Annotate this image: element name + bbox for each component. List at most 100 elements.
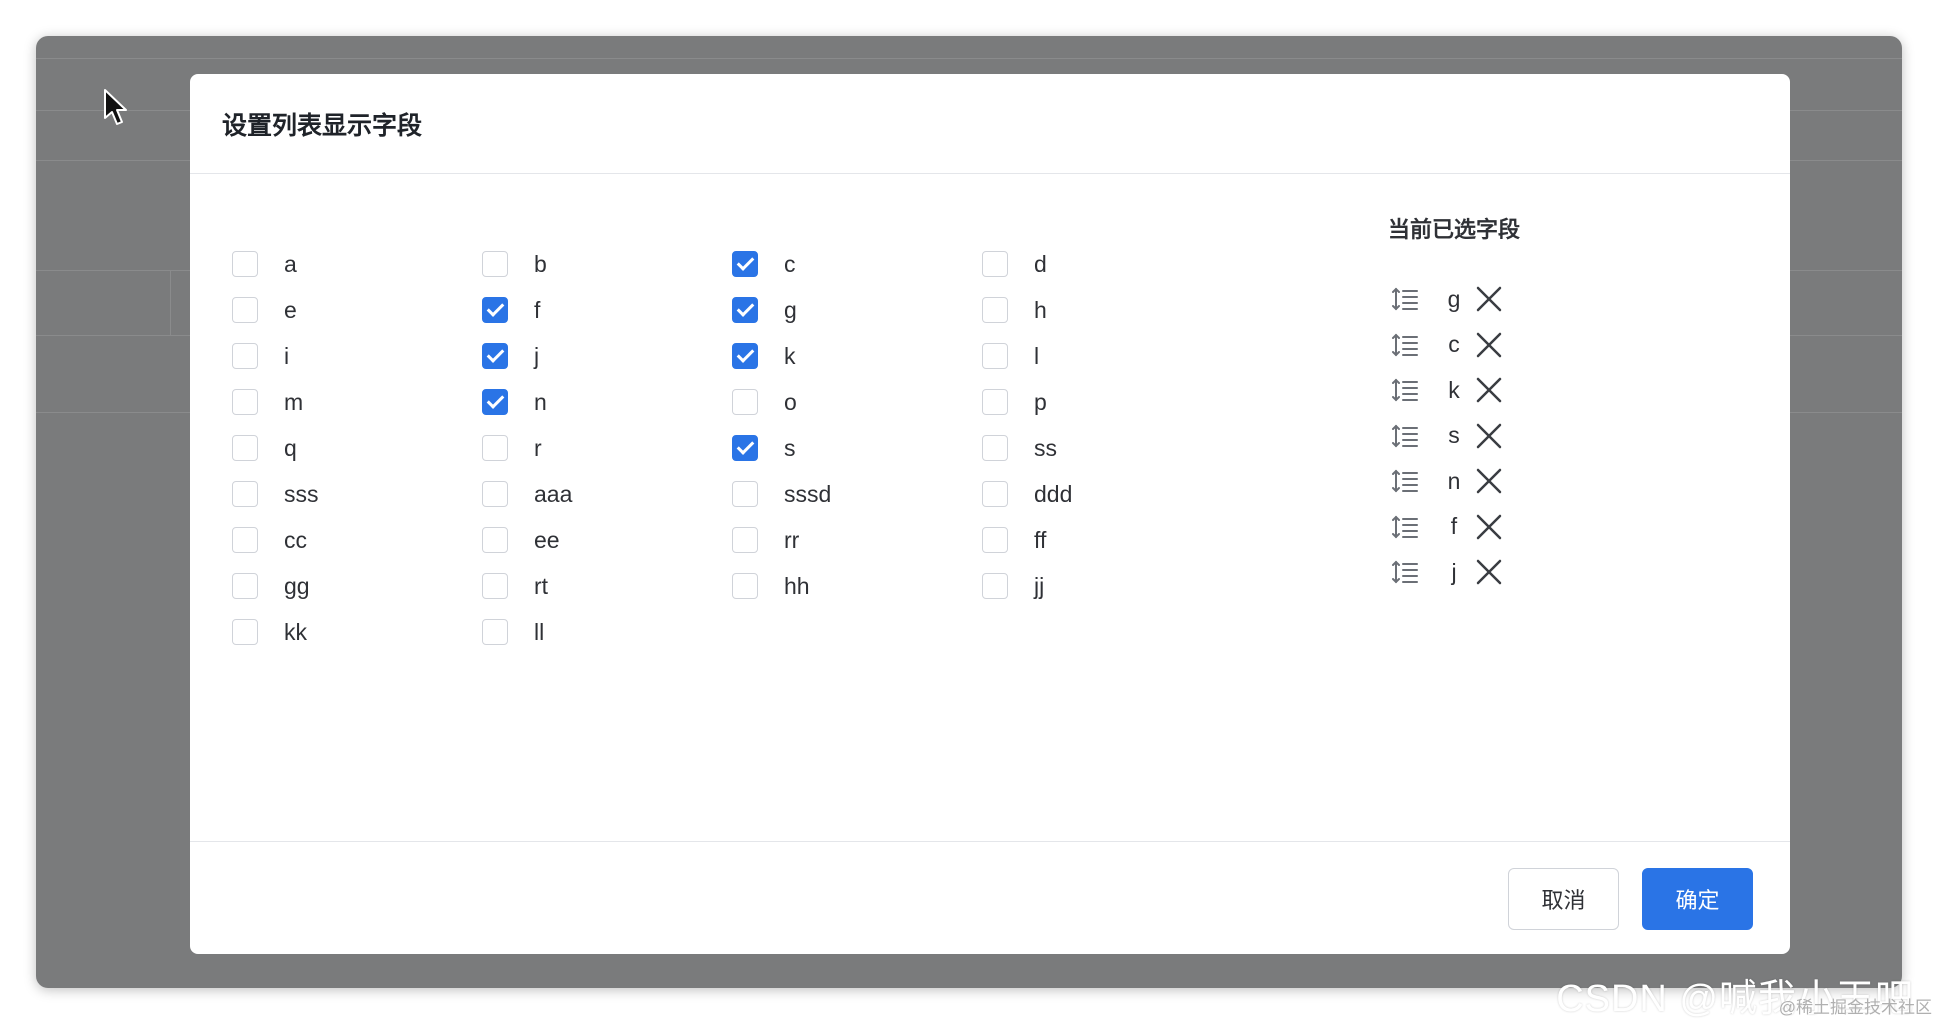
field-checkbox-item[interactable]: jj [982, 569, 1044, 603]
field-checkbox-item[interactable]: n [482, 385, 547, 419]
checkbox-label: s [784, 434, 796, 461]
selected-field-item[interactable]: s [1376, 413, 1504, 459]
field-checkbox-item[interactable]: h [982, 293, 1047, 327]
drag-sort-icon[interactable] [1390, 466, 1420, 496]
field-checkbox-item[interactable]: rr [732, 523, 799, 557]
field-checkbox-item[interactable]: gg [232, 569, 310, 603]
close-icon[interactable] [1474, 421, 1504, 451]
checkbox[interactable] [232, 573, 258, 599]
field-checkbox-item[interactable]: s [732, 431, 796, 465]
field-checkbox-item[interactable]: d [982, 247, 1047, 281]
checkbox[interactable] [732, 251, 758, 277]
cancel-button[interactable]: 取消 [1508, 868, 1619, 930]
checkbox[interactable] [232, 389, 258, 415]
field-checkbox-item[interactable]: j [482, 339, 539, 373]
field-checkbox-item[interactable]: ff [982, 523, 1046, 557]
checkbox[interactable] [732, 343, 758, 369]
field-checkbox-item[interactable]: sss [232, 477, 319, 511]
checkbox[interactable] [482, 389, 508, 415]
checkbox-label: r [534, 434, 542, 461]
selected-fields-title: 当前已选字段 [1388, 217, 1521, 242]
field-checkbox-item[interactable]: hh [732, 569, 810, 603]
close-icon[interactable] [1474, 512, 1504, 542]
checkbox[interactable] [232, 619, 258, 645]
close-icon[interactable] [1474, 330, 1504, 360]
field-checkbox-item[interactable]: c [732, 247, 796, 281]
checkbox[interactable] [232, 435, 258, 461]
checkbox[interactable] [232, 251, 258, 277]
field-checkbox-item[interactable]: q [232, 431, 297, 465]
drag-sort-icon[interactable] [1390, 421, 1420, 451]
checkbox[interactable] [732, 481, 758, 507]
checkbox[interactable] [732, 297, 758, 323]
field-checkbox-item[interactable]: kk [232, 615, 307, 649]
checkbox-label: c [784, 250, 796, 277]
checkbox[interactable] [482, 297, 508, 323]
checkbox[interactable] [232, 343, 258, 369]
field-checkbox-item[interactable]: rt [482, 569, 548, 603]
field-checkbox-item[interactable]: b [482, 247, 547, 281]
field-checkbox-item[interactable]: ddd [982, 477, 1072, 511]
selected-field-label: n [1447, 467, 1461, 494]
checkbox[interactable] [982, 435, 1008, 461]
checkbox-label: e [284, 296, 297, 323]
checkbox[interactable] [482, 343, 508, 369]
checkbox[interactable] [732, 389, 758, 415]
checkbox[interactable] [982, 251, 1008, 277]
drag-sort-icon[interactable] [1390, 375, 1420, 405]
close-icon[interactable] [1474, 466, 1504, 496]
checkbox[interactable] [982, 527, 1008, 553]
field-checkbox-item[interactable]: r [482, 431, 542, 465]
selected-field-item[interactable]: j [1376, 549, 1504, 595]
checkbox[interactable] [482, 251, 508, 277]
selected-field-label: f [1450, 513, 1458, 539]
field-checkbox-item[interactable]: f [482, 293, 540, 327]
field-checkbox-item[interactable]: sssd [732, 477, 831, 511]
checkbox[interactable] [982, 297, 1008, 323]
field-checkbox-item[interactable]: ee [482, 523, 560, 557]
close-icon[interactable] [1474, 375, 1504, 405]
field-checkbox-item[interactable]: o [732, 385, 797, 419]
checkbox[interactable] [732, 573, 758, 599]
checkbox[interactable] [232, 297, 258, 323]
drag-sort-icon[interactable] [1390, 330, 1420, 360]
field-checkbox-item[interactable]: i [232, 339, 289, 373]
checkbox[interactable] [982, 573, 1008, 599]
field-checkbox-item[interactable]: p [982, 385, 1047, 419]
drag-sort-icon[interactable] [1390, 557, 1420, 587]
field-checkbox-item[interactable]: ss [982, 431, 1057, 465]
field-checkbox-item[interactable]: cc [232, 523, 307, 557]
close-icon[interactable] [1474, 284, 1504, 314]
selected-field-item[interactable]: f [1376, 504, 1504, 550]
checkbox[interactable] [482, 573, 508, 599]
field-checkbox-item[interactable]: ll [482, 615, 544, 649]
confirm-button[interactable]: 确定 [1642, 868, 1753, 930]
checkbox[interactable] [732, 527, 758, 553]
checkbox[interactable] [232, 527, 258, 553]
checkbox[interactable] [732, 435, 758, 461]
field-checkbox-item[interactable]: aaa [482, 477, 572, 511]
checkbox[interactable] [982, 481, 1008, 507]
selected-field-item[interactable]: c [1376, 322, 1504, 368]
selected-field-item[interactable]: k [1376, 367, 1504, 413]
drag-sort-icon[interactable] [1390, 284, 1420, 314]
field-checkbox-item[interactable]: e [232, 293, 297, 327]
field-checkbox-item[interactable]: l [982, 339, 1039, 373]
field-checkbox-item[interactable]: m [232, 385, 303, 419]
watermark-subtext: @稀土掘金技术社区 [1778, 998, 1932, 1017]
drag-sort-icon[interactable] [1390, 512, 1420, 542]
checkbox[interactable] [982, 343, 1008, 369]
checkbox[interactable] [482, 527, 508, 553]
selected-field-item[interactable]: n [1376, 458, 1504, 504]
checkbox[interactable] [982, 389, 1008, 415]
field-checkbox-item[interactable]: g [732, 293, 797, 327]
selected-field-item[interactable]: g [1376, 276, 1504, 322]
field-checkbox-item[interactable]: a [232, 247, 297, 281]
checkbox[interactable] [482, 435, 508, 461]
checkbox-label: rr [784, 526, 800, 553]
close-icon[interactable] [1474, 557, 1504, 587]
checkbox[interactable] [482, 619, 508, 645]
field-checkbox-item[interactable]: k [732, 339, 796, 373]
checkbox[interactable] [482, 481, 508, 507]
checkbox[interactable] [232, 481, 258, 507]
